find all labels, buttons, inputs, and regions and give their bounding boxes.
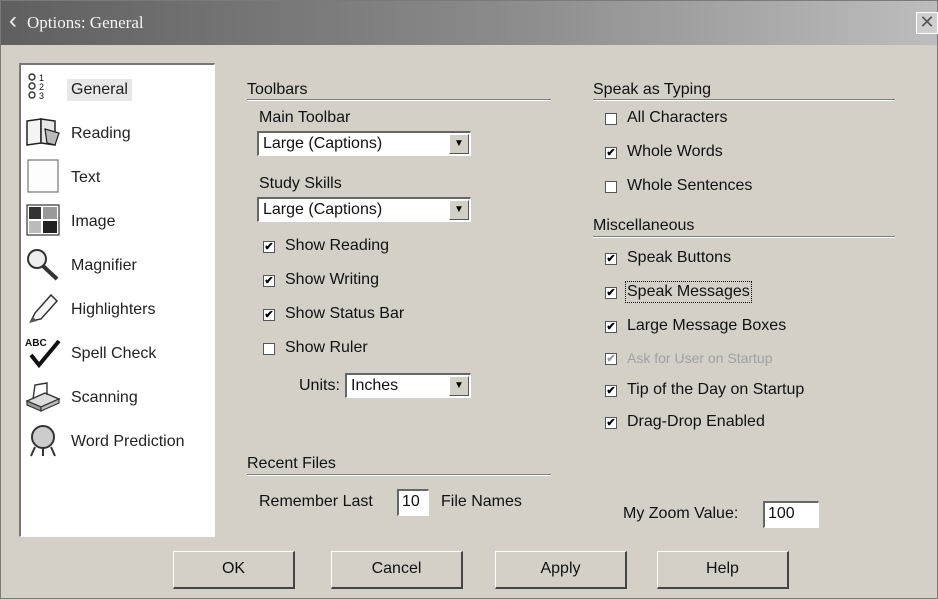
checkbox-checked-icon: ✔: [605, 353, 617, 365]
svg-text:3: 3: [39, 91, 44, 101]
general-icon: 1 2 3: [28, 73, 44, 101]
apply-button[interactable]: Apply: [495, 551, 627, 589]
recent-files-group-title: Recent Files: [247, 455, 336, 472]
image-icon: [26, 204, 60, 236]
checkbox-checked-icon: ✔: [263, 275, 275, 287]
checkbox-checked-icon: ✔: [605, 147, 617, 159]
all-characters-label: All Characters: [627, 109, 728, 126]
drag-drop-label: Drag-Drop Enabled: [627, 413, 765, 430]
sidebar-item-label: Magnifier: [71, 257, 137, 274]
checkbox-checked-icon: ✔: [605, 253, 617, 265]
checkbox-unchecked-icon: [263, 343, 275, 355]
sidebar-item-reading[interactable]: Reading: [23, 113, 213, 153]
toolbars-group-title: Toolbars: [247, 81, 308, 98]
ok-button[interactable]: OK: [173, 551, 295, 589]
word-prediction-icon: [30, 425, 56, 457]
svg-text:ABC: ABC: [25, 338, 47, 349]
text-icon: [27, 159, 59, 193]
sidebar-item-label: Text: [71, 169, 101, 186]
reading-icon: [26, 118, 60, 146]
back-chevron-icon: ‹: [9, 7, 17, 34]
zoom-label: My Zoom Value:: [623, 505, 739, 522]
main-toolbar-value: Large (Captions): [263, 135, 383, 152]
window-title: Options: General: [27, 13, 144, 32]
close-button[interactable]: ✕: [916, 12, 938, 34]
sidebar-item-label: Spell Check: [71, 345, 157, 362]
dropdown-arrow-icon[interactable]: ▼: [449, 200, 469, 220]
checkbox-checked-icon: ✔: [263, 309, 275, 321]
checkbox-checked-icon: ✔: [605, 321, 617, 333]
main-toolbar-label: Main Toolbar: [259, 109, 351, 126]
sidebar-item-general[interactable]: 1 2 3 General: [23, 69, 213, 109]
sidebar-item-word-prediction[interactable]: Word Prediction: [23, 421, 213, 461]
units-select[interactable]: Inches ▼: [345, 373, 471, 398]
apply-button-label: Apply: [540, 560, 581, 577]
main-toolbar-select[interactable]: Large (Captions) ▼: [257, 131, 471, 156]
show-ruler-label: Show Ruler: [285, 339, 368, 356]
checkbox-checked-icon: ✔: [263, 241, 275, 253]
cancel-button-label: Cancel: [371, 560, 422, 577]
options-dialog: ‹ Options: General ✕ 1 2 3 General Readi…: [0, 0, 938, 599]
remember-last-label: Remember Last: [259, 493, 373, 510]
large-message-boxes-label: Large Message Boxes: [627, 317, 787, 334]
whole-sentences-label: Whole Sentences: [627, 177, 753, 194]
checkbox-unchecked-icon: [605, 113, 617, 125]
file-names-label: File Names: [441, 493, 522, 510]
show-reading-label: Show Reading: [285, 237, 390, 254]
units-label: Units:: [299, 377, 340, 394]
ok-button-label: OK: [221, 560, 246, 577]
study-skills-select[interactable]: Large (Captions) ▼: [257, 197, 471, 222]
sidebar-item-label: Image: [71, 213, 116, 230]
speak-buttons-label: Speak Buttons: [627, 249, 732, 266]
show-status-bar-label: Show Status Bar: [285, 305, 405, 322]
scanner-icon: [25, 382, 61, 412]
sidebar-item-label: Scanning: [71, 389, 138, 406]
recent-files-divider: [247, 474, 551, 476]
miscellaneous-group-title: Miscellaneous: [593, 217, 695, 234]
sidebar-item-label: Reading: [71, 125, 131, 142]
speak-messages-label: Speak Messages: [625, 281, 752, 303]
sidebar-item-label: Highlighters: [71, 301, 156, 318]
toolbars-divider: [247, 99, 551, 101]
whole-words-label: Whole Words: [627, 143, 723, 160]
sidebar-item-image[interactable]: Image: [23, 201, 213, 241]
dropdown-arrow-icon[interactable]: ▼: [449, 376, 469, 396]
sidebar-item-label: General: [67, 79, 132, 101]
checkbox-checked-icon: ✔: [605, 417, 617, 429]
checkbox-checked-icon: ✔: [605, 287, 617, 299]
magnifier-icon: [27, 249, 59, 281]
category-list: 1 2 3 General Reading Text Image Magnifi…: [19, 63, 215, 537]
checkbox-unchecked-icon: [605, 181, 617, 193]
tip-of-day-label: Tip of the Day on Startup: [627, 381, 805, 398]
sidebar-item-label: Word Prediction: [71, 433, 185, 450]
zoom-input[interactable]: 100: [763, 501, 819, 528]
speak-as-typing-divider: [593, 99, 895, 101]
title-bar: ‹ Options: General ✕: [1, 1, 938, 45]
sidebar-item-highlighters[interactable]: Highlighters: [23, 289, 213, 329]
help-button-label: Help: [706, 560, 739, 577]
show-writing-label: Show Writing: [285, 271, 379, 288]
speak-as-typing-group-title: Speak as Typing: [593, 81, 712, 98]
sidebar-item-magnifier[interactable]: Magnifier: [23, 245, 213, 285]
sidebar-item-scanning[interactable]: Scanning: [23, 377, 213, 417]
highlighter-icon: [29, 293, 59, 323]
study-skills-value: Large (Captions): [263, 201, 383, 218]
close-icon: ✕: [919, 12, 935, 32]
help-button[interactable]: Help: [657, 551, 789, 589]
sidebar-item-spell-check[interactable]: ABC Spell Check: [23, 333, 213, 373]
dropdown-arrow-icon[interactable]: ▼: [449, 134, 469, 154]
units-value: Inches: [351, 377, 399, 394]
ask-for-user-label: Ask for User on Startup: [627, 350, 773, 366]
cancel-button[interactable]: Cancel: [331, 551, 463, 589]
recent-files-count-input[interactable]: 10: [397, 489, 429, 516]
study-skills-label: Study Skills: [259, 175, 342, 192]
sidebar-item-text[interactable]: Text: [23, 157, 213, 197]
checkbox-checked-icon: ✔: [605, 385, 617, 397]
spell-check-icon: ABC: [25, 338, 61, 369]
miscellaneous-divider: [593, 236, 895, 238]
